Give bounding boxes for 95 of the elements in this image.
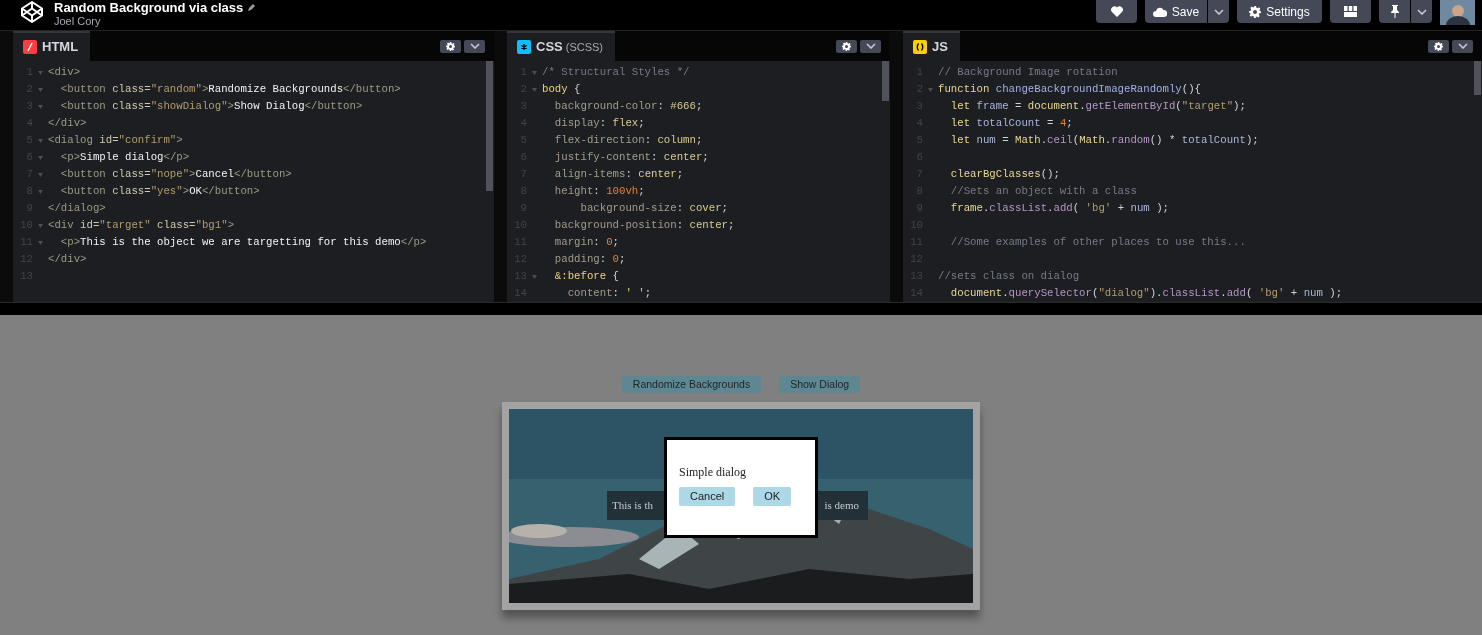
code-line: display: flex; — [553, 116, 645, 131]
code-line: content: ' '; — [566, 286, 652, 301]
code-line: <button class="random">Randomize Backgrounds</button> — [59, 82, 401, 97]
css-badge-icon — [517, 40, 531, 54]
fold-arrow-icon[interactable] — [38, 172, 43, 177]
code-line: <button class="showDialog">Show Dialog</button> — [59, 99, 363, 114]
fold-arrow-icon[interactable] — [38, 87, 43, 92]
avatar[interactable] — [1440, 0, 1475, 25]
heart-button[interactable] — [1096, 0, 1137, 23]
html-badge-icon — [23, 40, 37, 54]
banner-text: This is th — [612, 498, 653, 514]
code-line: background-size: cover; — [579, 201, 728, 216]
code-line: justify-content: center; — [553, 150, 709, 165]
code-line: clearBgClasses(); — [949, 167, 1060, 182]
fold-arrow-icon[interactable] — [38, 104, 43, 109]
code-line: <p>Simple dialog</p> — [59, 150, 190, 165]
fold-arrow-icon[interactable] — [38, 223, 43, 228]
pencil-icon[interactable] — [247, 3, 257, 12]
settings-icon — [1434, 41, 1443, 51]
code-line: flex-direction: column; — [553, 133, 703, 148]
code-line: let totalCount = 4; — [949, 116, 1073, 131]
code-line: align-items: center; — [553, 167, 684, 182]
dialog-text: Simple dialog — [679, 465, 747, 479]
caret-icon — [1213, 8, 1224, 15]
code-line: // Background Image rotation — [938, 65, 1118, 80]
settings-button[interactable] — [1428, 39, 1449, 53]
cloud-icon — [1152, 6, 1167, 17]
code-line: margin: 0; — [553, 235, 619, 250]
js-badge-icon — [913, 40, 927, 54]
editor-tab[interactable]: JS — [903, 31, 960, 61]
caret-button[interactable] — [464, 39, 485, 53]
code-line: //sets class on dialog — [938, 269, 1080, 284]
caret-button[interactable] — [1452, 39, 1473, 53]
fold-arrow-icon[interactable] — [38, 240, 43, 245]
layout-icon — [1344, 6, 1357, 17]
code-line: <button class="nope">Cancel</button> — [59, 167, 292, 182]
code-line: /* Structural Styles */ — [542, 65, 690, 80]
codepen-logo[interactable] — [20, 0, 44, 24]
banner-text: is demo — [824, 498, 859, 514]
code-line: &:before { — [553, 269, 619, 284]
code-line: document.querySelector("dialog").classList.add( 'bg' + num ); — [949, 286, 1343, 301]
code-line: <p>This is the object we are targetting for this demo</p> — [59, 235, 427, 250]
code-line: background-position: center; — [553, 218, 735, 233]
code-line: </div> — [48, 116, 87, 131]
author-name[interactable]: Joel Cory — [54, 15, 257, 28]
settings-icon — [1249, 5, 1262, 18]
code-line: <dialog id="confirm"> — [48, 133, 183, 148]
scrollbar-thumb[interactable] — [882, 61, 889, 101]
scrollbar-thumb[interactable] — [1474, 61, 1481, 95]
heart-icon — [1110, 6, 1123, 17]
settings-icon — [842, 41, 851, 51]
pen-title: Random Background via class — [54, 0, 244, 15]
code-line: </dialog> — [48, 201, 106, 216]
code-line: <div> — [48, 65, 81, 80]
save-button[interactable]: Save — [1145, 0, 1207, 23]
editor-tab[interactable]: CSS (SCSS) — [507, 31, 615, 61]
fold-arrow-icon[interactable] — [532, 70, 537, 75]
scrollbar-thumb[interactable] — [486, 61, 493, 191]
caret-button[interactable] — [860, 39, 881, 53]
code-line: body { — [542, 82, 581, 97]
caret-icon — [1457, 43, 1468, 49]
code-line: padding: 0; — [553, 252, 626, 267]
fold-arrow-icon[interactable] — [38, 70, 43, 75]
caret-icon — [865, 43, 876, 49]
fold-arrow-icon[interactable] — [38, 155, 43, 160]
fold-arrow-icon[interactable] — [532, 87, 537, 92]
code-line: background-color: #666; — [553, 99, 703, 114]
caret-icon — [1416, 8, 1427, 15]
code-line: function changeBackgroundImageRandomly(){ — [938, 82, 1201, 97]
layout-button[interactable] — [1330, 0, 1371, 23]
preview-button[interactable]: Randomize Backgrounds — [621, 376, 762, 393]
settings-button[interactable] — [440, 39, 461, 53]
dialog-button[interactable]: Cancel — [679, 487, 736, 506]
code-line: //Sets an object with a class — [949, 184, 1137, 199]
code-line: frame.classList.add( 'bg' + num ); — [949, 201, 1169, 216]
settings-icon — [446, 41, 455, 51]
pin-icon — [1389, 5, 1400, 18]
dialog-button[interactable]: OK — [753, 487, 792, 506]
fold-arrow-icon[interactable] — [928, 87, 933, 92]
caret-icon — [469, 43, 480, 49]
fold-arrow-icon[interactable] — [38, 138, 43, 143]
fold-arrow-icon[interactable] — [532, 274, 537, 279]
code-line: <div id="target" class="bg1"> — [48, 218, 235, 233]
code-line: let num = Math.ceil(Math.random() * totalCount); — [949, 133, 1259, 148]
settings-button[interactable] — [836, 39, 857, 53]
pin-button[interactable] — [1379, 0, 1410, 23]
code-line: height: 100vh; — [553, 184, 645, 199]
preview-button[interactable]: Show Dialog — [779, 376, 861, 393]
code-line: //Some examples of other places to use this... — [949, 235, 1246, 250]
code-line: let frame = document.getElementById("target"); — [949, 99, 1246, 114]
editor-tab[interactable]: HTML — [13, 31, 91, 61]
settings-button[interactable]: Settings — [1237, 0, 1322, 23]
fold-arrow-icon[interactable] — [38, 189, 43, 194]
code-line: <button class="yes">OK</button> — [59, 184, 260, 199]
code-line: </div> — [48, 252, 87, 267]
